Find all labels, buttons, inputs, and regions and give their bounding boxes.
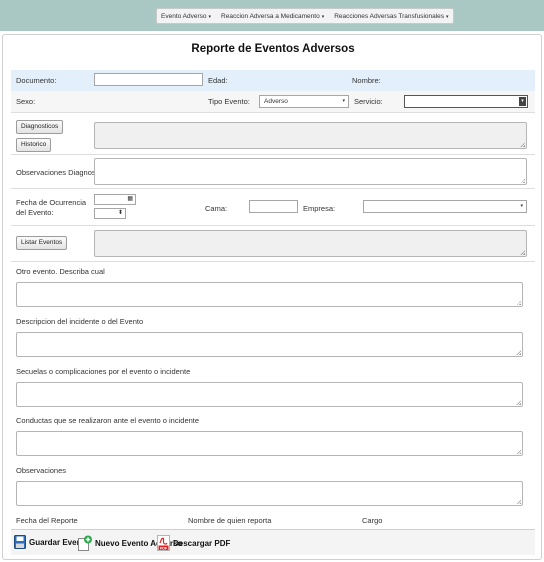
tipo-evento-select[interactable]: Adverso ▾ [259, 95, 349, 108]
secuelas-textarea[interactable] [16, 382, 523, 407]
documento-input[interactable] [94, 73, 203, 86]
otro-evento-textarea[interactable] [16, 282, 523, 307]
listar-eventos-button[interactable]: Listar Eventos [16, 236, 68, 250]
cama-input[interactable] [249, 200, 298, 213]
chevron-down-icon: ▾ [208, 13, 212, 20]
chevron-down-icon: ▾ [519, 97, 526, 106]
secuelas-label: Secuelas o complicaciones por el evento … [16, 367, 191, 376]
conductas-textarea[interactable] [16, 431, 523, 456]
save-icon [14, 535, 26, 549]
descargar-pdf-button[interactable]: PDF Descargar PDF [157, 535, 230, 551]
new-document-icon [78, 535, 92, 551]
calendar-icon: ▦ [127, 196, 133, 202]
fecha-reporte-label: Fecha del Reporte [16, 516, 78, 525]
diagnosticos-textarea[interactable] [94, 122, 527, 149]
action-toolbar: Guardar Evento Nuevo Evento Adverso PDF … [11, 529, 535, 555]
main-menu: Evento Adverso ▾ Reaccion Adversa a Medic… [156, 8, 454, 24]
conductas-label: Conductas que se realizaron ante el even… [16, 416, 200, 425]
cargo-label: Cargo [362, 516, 383, 525]
menu-reaccion-medicamento[interactable]: Reaccion Adversa a Medicamento ▾ [221, 13, 324, 20]
chevron-down-icon: ▾ [520, 203, 523, 209]
divider [11, 188, 535, 189]
cama-label: Cama: [205, 204, 228, 213]
divider [11, 154, 535, 155]
otro-evento-label: Otro evento. Describa cual [16, 267, 105, 276]
observaciones-textarea[interactable] [16, 481, 523, 506]
top-menu-bar: Evento Adverso ▾ Reaccion Adversa a Medic… [0, 0, 544, 31]
descripcion-textarea[interactable] [16, 332, 523, 357]
documento-label: Documento: [16, 76, 57, 85]
eventos-textarea[interactable] [94, 230, 527, 257]
pdf-badge: PDF [160, 546, 168, 550]
patient-row [11, 70, 535, 91]
menu-reacciones-transfusionales[interactable]: Reacciones Adversas Transfusionales ▾ [334, 13, 448, 20]
descripcion-label: Descripcion del incidente o del Evento [16, 317, 144, 326]
servicio-select[interactable]: ▾ [404, 95, 528, 108]
fecha-ocurrencia-label: Fecha de Ocurrencia del Evento: [16, 198, 87, 217]
stepper-icon: ⬍ [117, 210, 123, 216]
empresa-select[interactable]: ▾ [363, 200, 527, 213]
sexo-label: Sexo: [16, 97, 36, 106]
observaciones-diagnostico-textarea[interactable] [94, 158, 527, 185]
diagnosticos-button[interactable]: Diagnosticos [16, 120, 64, 134]
menu-evento-adverso[interactable]: Evento Adverso ▾ [161, 13, 211, 20]
nombre-reporta-label: Nombre de quien reporta [188, 516, 272, 525]
fecha-input[interactable]: ▦ [94, 194, 136, 205]
servicio-label: Servicio: [354, 97, 383, 106]
empresa-label: Empresa: [303, 204, 336, 213]
chevron-down-icon: ▾ [446, 13, 449, 20]
observaciones-label: Observaciones [16, 466, 67, 475]
tipo-evento-label: Tipo Evento: [208, 97, 250, 106]
edad-label: Edad: [208, 76, 228, 85]
divider [11, 112, 535, 113]
nombre-label: Nombre: [352, 76, 381, 85]
chevron-down-icon: ▾ [342, 98, 345, 104]
divider [11, 261, 535, 262]
divider [11, 225, 535, 226]
chevron-down-icon: ▾ [321, 13, 325, 20]
report-panel: Reporte de Eventos Adversos Documento: E… [2, 34, 542, 560]
historico-button[interactable]: Historico [16, 138, 52, 152]
pdf-icon: PDF [157, 535, 170, 551]
hora-input[interactable]: ⬍ [94, 208, 126, 219]
page-title: Reporte de Eventos Adversos [191, 43, 355, 55]
